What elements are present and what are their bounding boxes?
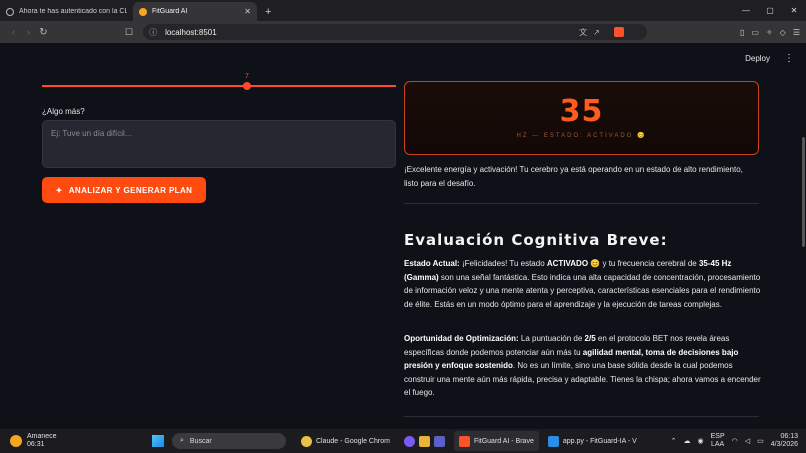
app-menu-icon[interactable]: ⋮ (784, 53, 794, 64)
site-info-icon[interactable]: ⓘ (149, 27, 157, 38)
sparkle-icon: ✦ (55, 185, 63, 195)
estado-text: ¡Felicidades! Tu estado (459, 259, 547, 268)
back-icon[interactable]: ‹ (6, 27, 21, 38)
tray-app-icon[interactable]: ◉ (698, 437, 704, 445)
wifi-icon[interactable]: ◠ (732, 437, 738, 445)
url-text: localhost:8501 (165, 27, 217, 37)
language-code: ESP (710, 433, 725, 440)
address-bar[interactable]: ⓘ localhost:8501 (143, 24, 648, 40)
onedrive-icon[interactable]: ☁ (684, 437, 691, 445)
volume-icon[interactable]: ◁ (745, 437, 750, 445)
fitguard-favicon-icon (139, 7, 147, 16)
taskbar-app-brave[interactable]: FitGuard AI - Brave (453, 431, 539, 451)
analyze-button[interactable]: ✦ ANALIZAR Y GENERAR PLAN (42, 177, 206, 203)
frequency-status: HZ — ESTADO: ACTIVADO 😊 (516, 133, 647, 139)
oportunidad-paragraph: Oportunidad de Optimización: La puntuaci… (404, 332, 761, 400)
app-viewport: Deploy ⋮ 7 ¿Algo más? ✦ ANALIZAR Y GENER… (0, 43, 806, 429)
search-placeholder: Buscar (189, 437, 212, 445)
slider-thumb[interactable] (243, 82, 251, 90)
divider (404, 203, 759, 204)
vpn-icon[interactable]: ◇ (780, 28, 786, 37)
taskbar-pinned-apps (399, 431, 450, 451)
sunrise-icon (10, 435, 22, 447)
estado-label: Estado Actual: (404, 259, 460, 268)
wallet-icon[interactable]: ▭ (751, 28, 759, 37)
brave-shield-icon[interactable] (613, 27, 624, 37)
new-tab-button[interactable]: + (257, 2, 279, 21)
page-scrollbar[interactable] (802, 137, 805, 247)
extension-icons: ▯ ▭ ✧ ◇ ☰ (740, 28, 800, 37)
frequency-value: 35 (559, 94, 604, 129)
notes-textarea[interactable] (42, 120, 396, 168)
frequency-card: 35 HZ — ESTADO: ACTIVADO 😊 (404, 81, 759, 155)
estado-paragraph: Estado Actual: ¡Felicidades! Tu estado A… (404, 257, 761, 311)
analyze-button-label: ANALIZAR Y GENERAR PLAN (68, 185, 193, 195)
taskbar-app-vscode[interactable]: app.py - FitGuard-IA - V (543, 431, 642, 451)
sidebar-icon[interactable]: ▯ (740, 28, 744, 37)
tab-title: Ahora te has autenticado con la CLI d (19, 8, 127, 15)
browser-toolbar: ‹ › ↻ ☐ ⓘ localhost:8501 文 ↗ ▯ ▭ ✧ ◇ ☰ (0, 21, 806, 43)
forward-icon[interactable]: › (21, 27, 36, 38)
energy-slider[interactable]: 7 (42, 73, 396, 93)
keyboard-layout: LAA (711, 441, 725, 448)
evaluation-title: Evaluación Cognitiva Breve: (404, 231, 668, 249)
browser-menu-icon[interactable]: ☰ (793, 28, 800, 37)
estado-highlight: ACTIVADO (546, 259, 589, 268)
teams-icon[interactable] (433, 435, 445, 447)
tab-favicon-icon (6, 7, 14, 16)
clock-time: 06:13 (780, 433, 798, 440)
windows-taskbar: Amanece 06:31 ⌕ Buscar Claude - Google C… (0, 429, 806, 453)
reload-icon[interactable]: ↻ (36, 27, 51, 38)
file-explorer-icon[interactable] (418, 435, 430, 447)
weather-widget[interactable]: Amanece 06:31 (10, 433, 140, 449)
textarea-label: ¿Algo más? (42, 107, 85, 116)
slider-value: 7 (245, 73, 249, 80)
minimize-button[interactable]: — (734, 0, 758, 21)
taskbar-app-label: FitGuard AI - Brave (473, 437, 534, 445)
battery-icon[interactable]: ▭ (757, 437, 764, 445)
clock[interactable]: 06:13 4/3/2026 (771, 433, 798, 449)
taskbar-app-label: Claude - Google Chrom (316, 437, 390, 445)
vscode-icon (547, 435, 559, 447)
tab-title: FitGuard AI (152, 8, 188, 15)
clock-date: 4/3/2026 (770, 441, 798, 448)
search-icon: ⌕ (180, 437, 184, 444)
brave-icon (458, 435, 470, 447)
estado-text: 😊 y tu frecuencia cerebral de (588, 259, 699, 268)
app-header: Deploy ⋮ (0, 43, 806, 73)
taskbar-app-label: app.py - FitGuard-IA - V (562, 437, 637, 445)
translate-icon[interactable]: 文 (579, 27, 587, 38)
divider (404, 416, 759, 417)
share-icon[interactable]: ↗ (593, 28, 600, 37)
oportunidad-label: Oportunidad de Optimización: (404, 334, 519, 343)
weather-title: Amanece (27, 433, 57, 440)
browser-tab-fitguard[interactable]: FitGuard AI ✕ (133, 2, 257, 21)
maximize-button[interactable]: ▢ (758, 0, 782, 21)
deploy-button[interactable]: Deploy (745, 54, 770, 63)
copilot-icon[interactable] (403, 435, 415, 447)
language-indicator[interactable]: ESP LAA (711, 433, 725, 449)
windows-start-icon[interactable] (152, 435, 164, 447)
result-message: ¡Excelente energía y activación! Tu cere… (404, 165, 743, 188)
close-window-button[interactable]: ✕ (782, 0, 806, 21)
oportunidad-text: La puntuación de (518, 334, 585, 343)
system-tray: ⌃ ☁ ◉ ESP LAA ◠ ◁ ▭ 06:13 4/3/2026 (671, 433, 806, 449)
browser-tab-auth[interactable]: Ahora te has autenticado con la CLI d (0, 2, 133, 21)
slider-track[interactable] (42, 85, 396, 87)
close-tab-icon[interactable]: ✕ (244, 7, 251, 16)
chrome-icon (301, 435, 312, 447)
taskbar-app-chrome[interactable]: Claude - Google Chrom (296, 431, 395, 451)
browser-tabbar: Ahora te has autenticado con la CLI d Fi… (0, 0, 806, 21)
weather-time: 06:31 (27, 441, 45, 448)
oportunidad-highlight: 2/5 (584, 334, 596, 343)
chevron-up-icon[interactable]: ⌃ (671, 437, 677, 445)
estado-text: son una señal fantástica. Esto indica un… (404, 272, 761, 309)
window-controls: — ▢ ✕ (734, 0, 806, 21)
leo-ai-icon[interactable]: ✧ (766, 28, 773, 37)
bookmark-icon[interactable]: ☐ (125, 27, 133, 38)
taskbar-search[interactable]: ⌕ Buscar (172, 433, 286, 449)
